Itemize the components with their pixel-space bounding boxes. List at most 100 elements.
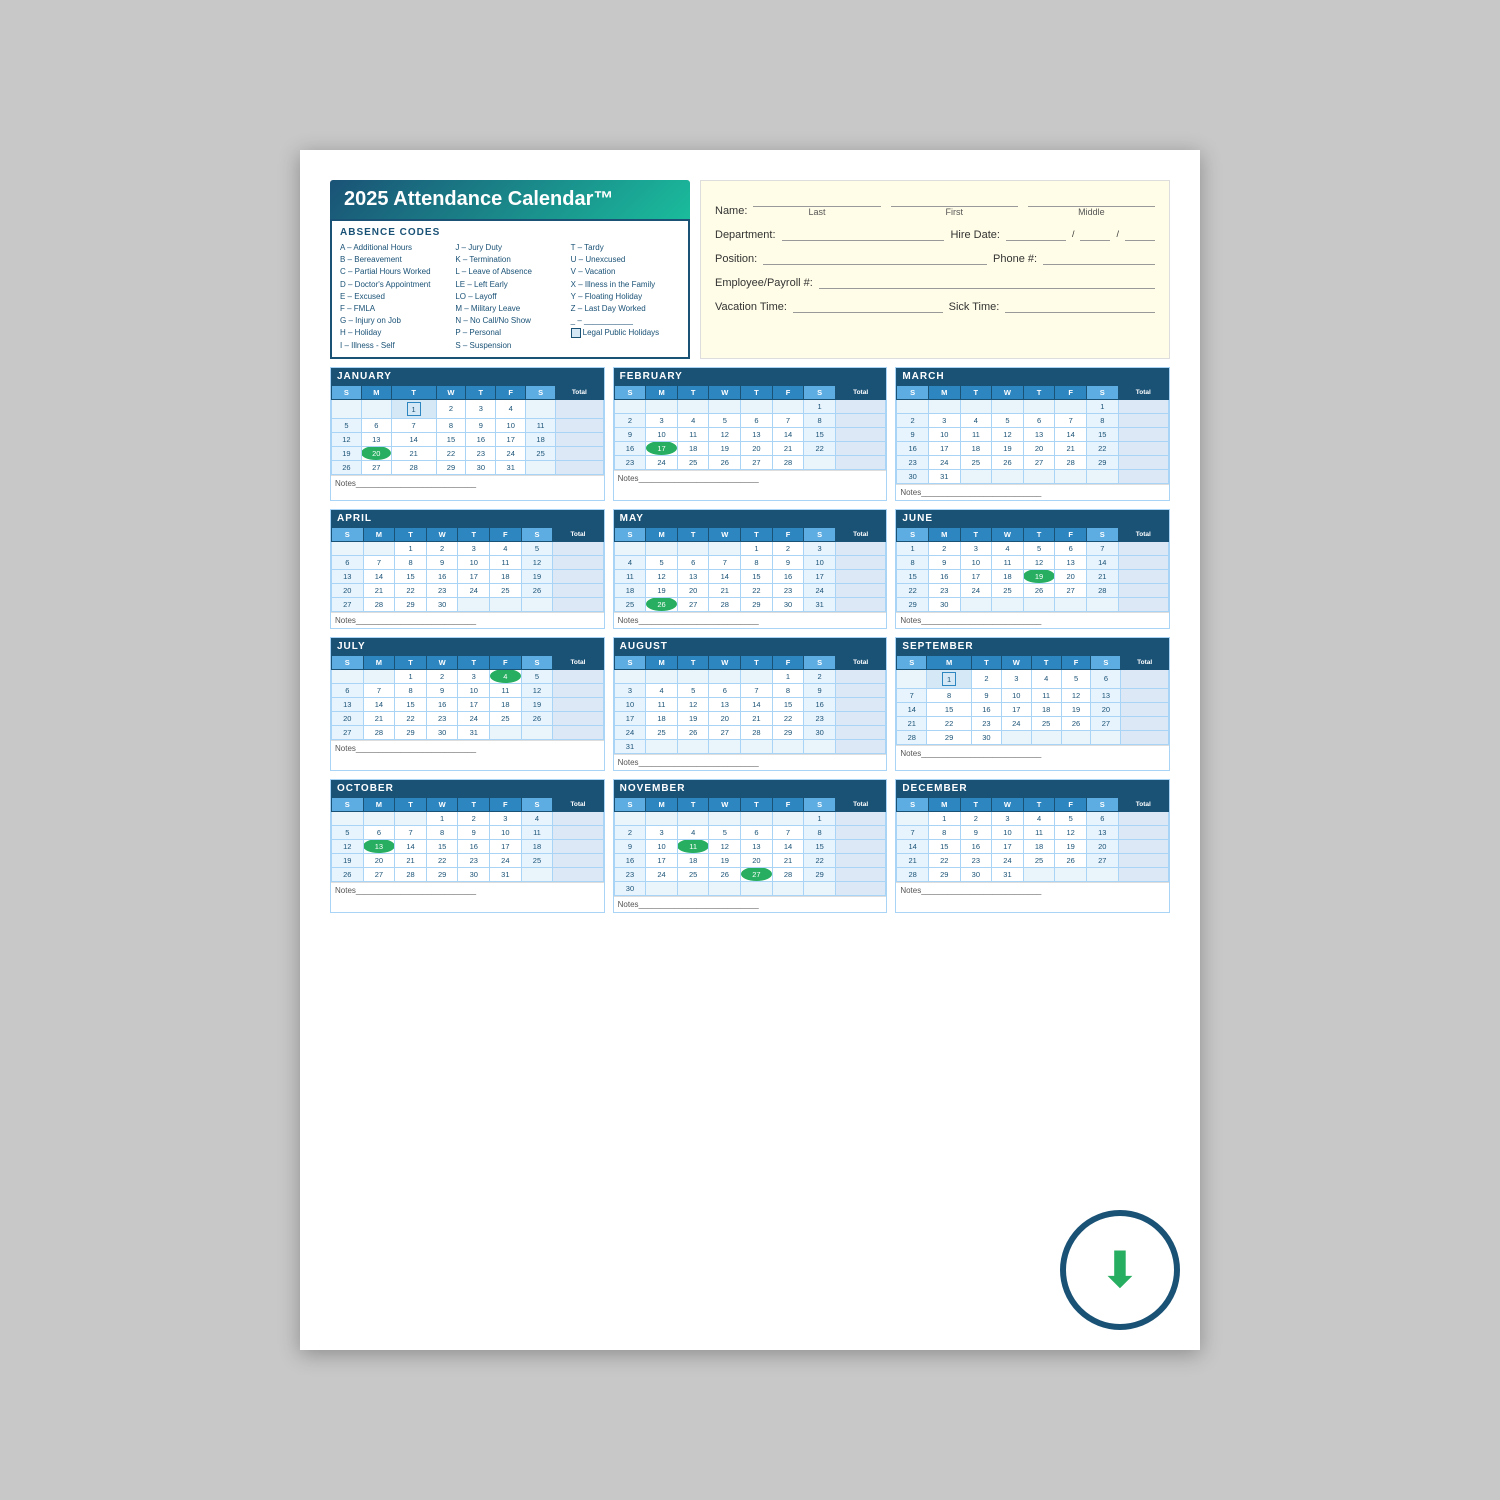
download-overlay[interactable]: ⬇ [1060,1210,1180,1330]
cal-day-header: F [1055,385,1087,399]
table-row [835,413,885,427]
table-row: 17 [804,569,836,583]
table-row [363,541,395,555]
table-row: 29 [426,867,458,881]
table-row: 17 [496,432,526,446]
last-name-part: Last [753,191,880,217]
middle-name-line[interactable] [1028,191,1155,207]
cal-month-march: MARCHSMTWTFSTotal12345678910111213141516… [895,367,1170,501]
table-row: 9 [960,825,992,839]
table-row: 19 [1061,702,1091,716]
absence-code-item: L – Leave of Absence [455,266,564,277]
table-row [332,541,364,555]
table-row [553,669,603,683]
first-name-line[interactable] [891,191,1018,207]
table-row [1118,399,1168,413]
table-row: 22 [395,583,427,597]
cal-day-header: Total [1118,797,1168,811]
cal-day-header: F [1061,655,1091,669]
table-row: 3 [458,541,490,555]
table-row: 10 [458,555,490,569]
notes-line: Notes___________________________ [331,612,604,628]
emp-line[interactable] [819,273,1155,289]
table-row: 7 [709,555,741,569]
table-row: 19 [646,583,678,597]
position-line[interactable] [763,249,987,265]
download-circle[interactable]: ⬇ [1060,1210,1180,1330]
table-row [1055,399,1087,413]
cal-day-header: T [960,385,992,399]
table-row: 22 [426,853,458,867]
table-row [1118,839,1168,853]
table-row: 5 [521,541,553,555]
cal-day-header: W [992,527,1024,541]
table-row: 9 [897,427,929,441]
table-row: 6 [332,555,364,569]
table-row: 12 [521,555,553,569]
hire-line[interactable] [1006,225,1066,241]
table-row: 26 [521,583,553,597]
cal-day-header: F [1055,527,1087,541]
table-row: 23 [614,455,646,469]
cal-month-august: AUGUSTSMTWTFSTotal1234567891011121314151… [613,637,888,771]
table-row: 2 [804,669,836,683]
table-row: 27 [741,455,773,469]
table-row [960,399,992,413]
table-row [741,669,773,683]
vacation-line[interactable] [793,297,943,313]
table-row: 26 [1061,716,1091,730]
table-row: 28 [1055,455,1087,469]
cal-month-april: APRILSMTWTFSTotal12345678910111213141516… [330,509,605,629]
table-row [772,881,804,895]
cal-day-header: F [772,527,804,541]
table-row: 24 [646,455,678,469]
last-name-line[interactable] [753,191,880,207]
table-row: 27 [1086,853,1118,867]
table-row: 2 [426,669,458,683]
table-row [835,697,885,711]
table-row: 6 [1023,413,1055,427]
phone-line[interactable] [1043,249,1155,265]
cal-month-november: NOVEMBERSMTWTFSTotal12345678910111213141… [613,779,888,913]
table-row: 28 [772,455,804,469]
table-row [553,853,603,867]
table-row: 20 [1086,839,1118,853]
table-row [646,541,678,555]
sick-line[interactable] [1005,297,1155,313]
table-row: 30 [458,867,490,881]
table-row: 18 [521,839,553,853]
table-row [556,446,604,460]
table-row: 27 [332,725,364,739]
cal-day-header: M [928,797,960,811]
table-row: 21 [363,583,395,597]
hire-line2[interactable] [1080,225,1110,241]
table-row [490,725,522,739]
hire-label: Hire Date: [950,229,1000,241]
table-row: 19 [677,711,709,725]
dept-line[interactable] [782,225,945,241]
table-row: 3 [646,825,678,839]
cal-day-header: T [960,797,992,811]
table-row: 14 [1086,555,1118,569]
cal-day-header: T [458,655,490,669]
table-row: 12 [332,839,364,853]
table-row: 7 [391,418,436,432]
table-row: 16 [960,839,992,853]
table-row: 17 [614,711,646,725]
cal-day-header: S [332,385,362,399]
table-row: 30 [971,730,1001,744]
cal-table: SMTWTFSTotal1234567891011121314151617181… [614,385,887,470]
absence-code-item: _ – ___________ [571,315,680,326]
download-icon[interactable]: ⬇ [1099,1245,1141,1295]
cal-day-header: F [1055,797,1087,811]
hire-line3[interactable] [1125,225,1155,241]
table-row: 13 [1023,427,1055,441]
table-row [1091,730,1121,744]
emp-label: Employee/Payroll #: [715,277,813,289]
table-row [1023,597,1055,611]
middle-label: Middle [1078,207,1105,217]
table-row: 20 [363,853,395,867]
table-row [1118,811,1168,825]
table-row: 18 [960,441,992,455]
table-row: 13 [1055,555,1087,569]
